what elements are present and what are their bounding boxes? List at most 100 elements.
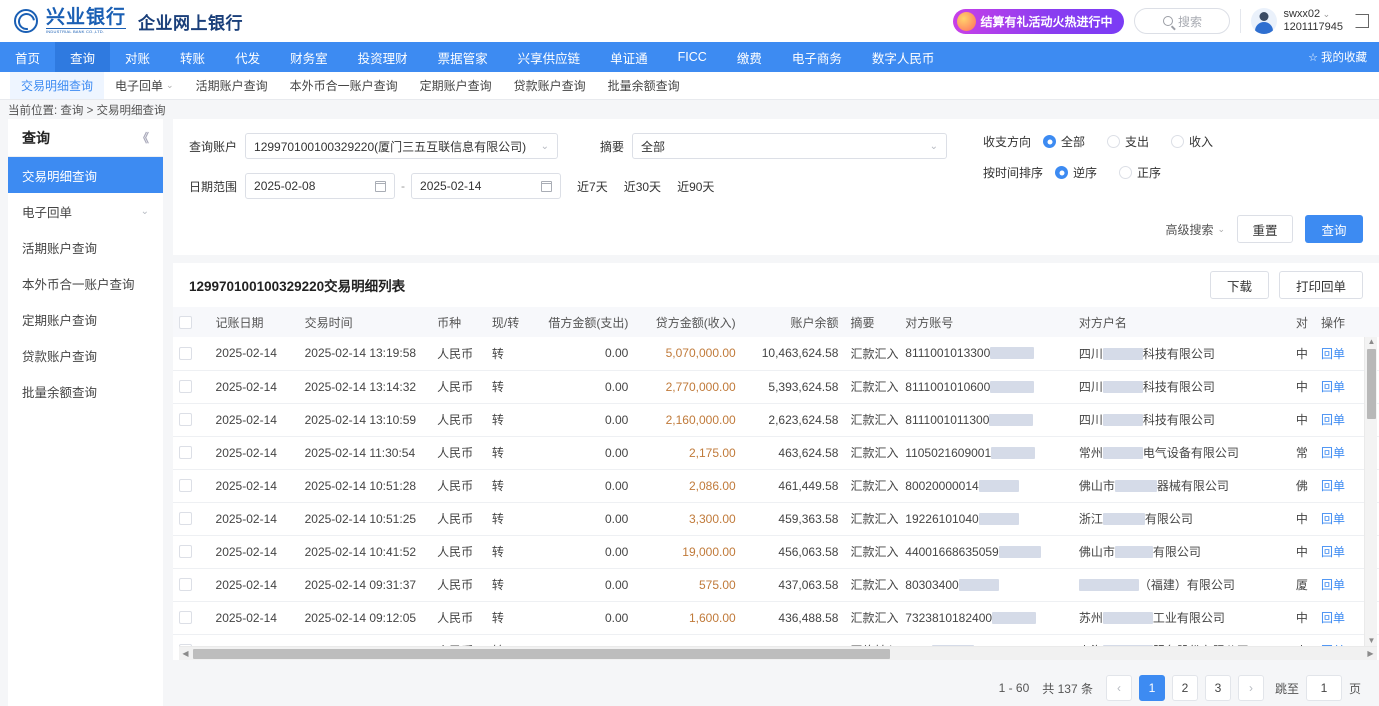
direction-option-expense[interactable]: 支出 (1107, 133, 1149, 150)
direction-option-income[interactable]: 收入 (1171, 133, 1213, 150)
page-button-3[interactable]: 3 (1205, 675, 1231, 701)
receipt-link[interactable]: 回单 (1321, 578, 1345, 592)
collapse-icon[interactable]: 《 (137, 129, 149, 146)
account-select[interactable]: 129970100100329220(厦门三五互联信息有限公司) ⌄ (245, 133, 558, 159)
table-row[interactable]: 2025-02-142025-02-14 13:10:59人民币转0.002,1… (173, 403, 1379, 436)
nav-item-12[interactable]: 电子商务 (777, 42, 857, 72)
horizontal-scrollbar[interactable]: ◀ ▶ (179, 646, 1377, 660)
select-all-checkbox[interactable] (179, 316, 192, 329)
sidebar-item-current-account[interactable]: 活期账户查询 (8, 229, 163, 265)
table-row[interactable]: 2025-02-142025-02-14 09:12:05人民币转0.001,6… (173, 601, 1379, 634)
abstract-select[interactable]: 全部 ⌄ (632, 133, 947, 159)
page-button-2[interactable]: 2 (1172, 675, 1198, 701)
quick-range-90d[interactable]: 近90天 (677, 178, 714, 195)
row-checkbox[interactable] (179, 479, 192, 492)
row-checkbox[interactable] (179, 578, 192, 591)
nav-item-8[interactable]: 兴享供应链 (503, 42, 596, 72)
subnav-item-2[interactable]: 活期账户查询 (185, 72, 279, 99)
nav-item-9[interactable]: 单证通 (595, 42, 663, 72)
receipt-link[interactable]: 回单 (1321, 611, 1345, 625)
user-menu[interactable]: swxx02 ⌄ 1201117945 (1251, 8, 1343, 34)
horizontal-scrollbar-thumb[interactable] (193, 649, 890, 659)
nav-item-1[interactable]: 查询 (55, 42, 110, 72)
cell-credit: 31,468.46 (634, 634, 741, 646)
receipt-link[interactable]: 回单 (1321, 413, 1345, 427)
sidebar-item-loan-account[interactable]: 贷款账户查询 (8, 337, 163, 373)
subnav-item-4[interactable]: 定期账户查询 (409, 72, 503, 99)
row-checkbox[interactable] (179, 413, 192, 426)
quick-range-30d[interactable]: 近30天 (624, 178, 661, 195)
receipt-link[interactable]: 回单 (1321, 380, 1345, 394)
table-row[interactable]: 2025-02-142025-02-14 13:14:32人民币转0.002,7… (173, 370, 1379, 403)
scroll-up-icon[interactable]: ▲ (1368, 338, 1376, 346)
nav-item-5[interactable]: 财务室 (275, 42, 343, 72)
vertical-scrollbar-thumb[interactable] (1367, 349, 1376, 419)
sidebar-item-batch-balance[interactable]: 批量余额查询 (8, 373, 163, 409)
search-box[interactable]: 搜索 (1134, 8, 1230, 34)
subnav-item-1[interactable]: 电子回单⌄ (104, 72, 185, 99)
advanced-search-toggle[interactable]: 高级搜索 ⌄ (1165, 221, 1225, 238)
scroll-left-icon[interactable]: ◀ (181, 649, 190, 659)
sidebar-item-fx-account[interactable]: 本外币合一账户查询 (8, 265, 163, 301)
redacted-mask (1103, 414, 1143, 426)
nav-item-3[interactable]: 转账 (165, 42, 220, 72)
subnav-item-0[interactable]: 交易明细查询 (10, 72, 104, 99)
receipt-link[interactable]: 回单 (1321, 545, 1345, 559)
table-row[interactable]: 2025-02-142025-02-14 10:41:52人民币转0.0019,… (173, 535, 1379, 568)
download-button[interactable]: 下载 (1210, 271, 1269, 299)
subnav-item-6[interactable]: 批量余额查询 (597, 72, 691, 99)
table-row[interactable]: 2025-02-142025-02-14 11:30:54人民币转0.002,1… (173, 436, 1379, 469)
table-row[interactable]: 2025-02-142025-02-14 09:31:37人民币转0.00575… (173, 568, 1379, 601)
sort-option-asc[interactable]: 正序 (1119, 164, 1161, 181)
table-row[interactable]: 2025-02-142025-02-14 06:27:41人民币转0.0031,… (173, 634, 1379, 646)
sidebar-item-e-receipt[interactable]: 电子回单⌄ (8, 193, 163, 229)
scroll-right-icon[interactable]: ▶ (1366, 649, 1375, 659)
redacted-mask (990, 381, 1034, 393)
logout-icon[interactable] (1355, 14, 1369, 28)
receipt-link[interactable]: 回单 (1321, 512, 1345, 526)
row-checkbox[interactable] (179, 446, 192, 459)
nav-item-2[interactable]: 对账 (110, 42, 165, 72)
query-button[interactable]: 查询 (1305, 215, 1363, 243)
sort-option-desc[interactable]: 逆序 (1055, 164, 1097, 181)
sidebar-item-transaction-detail[interactable]: 交易明细查询 (8, 157, 163, 193)
subnav-item-3[interactable]: 本外币合一账户查询 (279, 72, 409, 99)
jump-page-input[interactable]: 1 (1306, 675, 1342, 701)
row-select-cell (173, 436, 210, 469)
date-to-input[interactable]: 2025-02-14 (411, 173, 561, 199)
table-row[interactable]: 2025-02-142025-02-14 13:19:58人民币转0.005,0… (173, 337, 1379, 370)
page-button-1[interactable]: 1 (1139, 675, 1165, 701)
row-checkbox[interactable] (179, 611, 192, 624)
favorites-button[interactable]: ☆ 我的收藏 (1308, 42, 1379, 72)
prev-page-button[interactable]: ‹ (1106, 675, 1132, 701)
nav-item-6[interactable]: 投资理财 (343, 42, 423, 72)
print-receipt-button[interactable]: 打印回单 (1279, 271, 1363, 299)
scroll-down-icon[interactable]: ▼ (1368, 637, 1376, 645)
nav-item-13[interactable]: 数字人民币 (857, 42, 950, 72)
receipt-link[interactable]: 回单 (1321, 347, 1345, 361)
quick-range-7d[interactable]: 近7天 (577, 178, 608, 195)
nav-item-4[interactable]: 代发 (220, 42, 275, 72)
row-checkbox[interactable] (179, 347, 192, 360)
table-row[interactable]: 2025-02-142025-02-14 10:51:28人民币转0.002,0… (173, 469, 1379, 502)
row-checkbox[interactable] (179, 512, 192, 525)
brand-logo[interactable]: 兴业银行 INDUSTRIAL BANK CO.,LTD. 企业网上银行 (0, 8, 243, 35)
promo-banner[interactable]: 结算有礼活动火热进行中 (953, 9, 1124, 34)
sidebar-item-fixed-account[interactable]: 定期账户查询 (8, 301, 163, 337)
receipt-link[interactable]: 回单 (1321, 479, 1345, 493)
row-checkbox[interactable] (179, 380, 192, 393)
nav-item-10[interactable]: FICC (663, 42, 722, 72)
vertical-scrollbar[interactable]: ▲ ▼ (1364, 337, 1377, 646)
nav-item-7[interactable]: 票据管家 (423, 42, 503, 72)
nav-item-0[interactable]: 首页 (0, 42, 55, 72)
row-checkbox[interactable] (179, 545, 192, 558)
subnav-item-5[interactable]: 贷款账户查询 (503, 72, 597, 99)
direction-option-all[interactable]: 全部 (1043, 133, 1085, 150)
jump-label: 跳至 (1275, 680, 1299, 697)
next-page-button[interactable]: › (1238, 675, 1264, 701)
table-row[interactable]: 2025-02-142025-02-14 10:51:25人民币转0.003,3… (173, 502, 1379, 535)
receipt-link[interactable]: 回单 (1321, 446, 1345, 460)
date-from-input[interactable]: 2025-02-08 (245, 173, 395, 199)
nav-item-11[interactable]: 缴费 (722, 42, 777, 72)
reset-button[interactable]: 重置 (1237, 215, 1293, 243)
